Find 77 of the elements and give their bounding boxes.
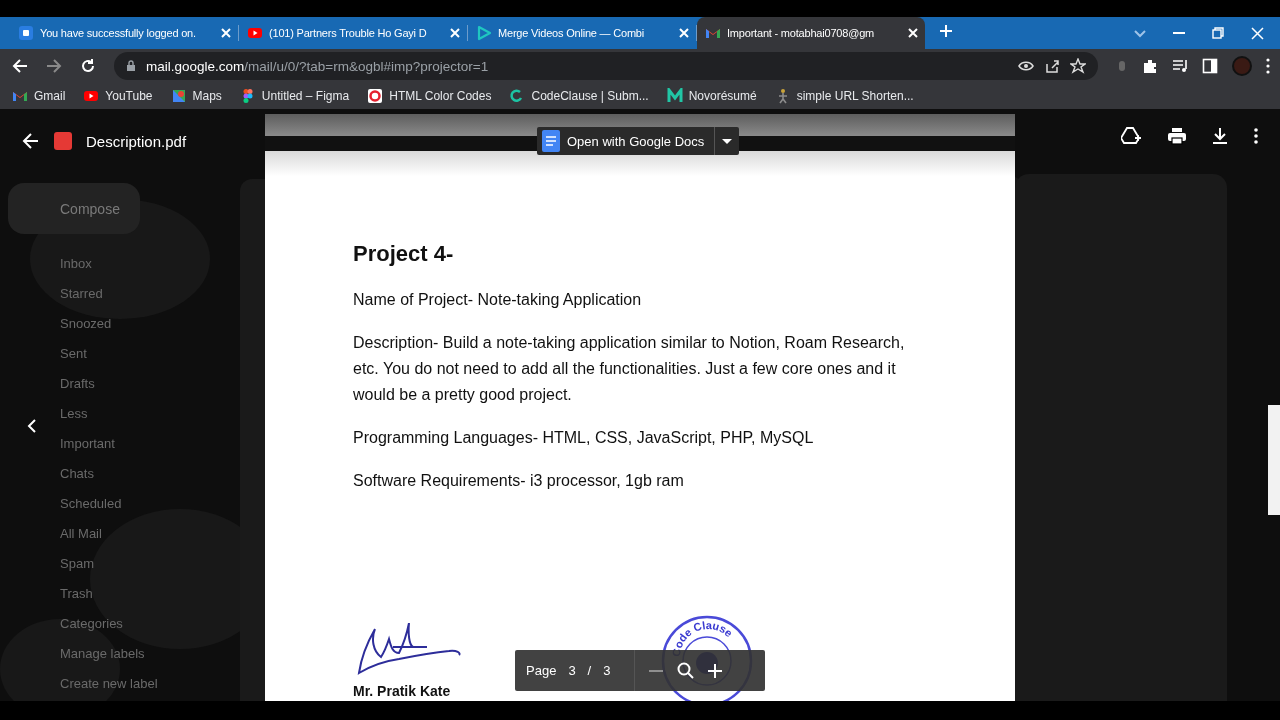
- media-queue-icon[interactable]: [1172, 58, 1188, 74]
- star-icon[interactable]: [1070, 58, 1086, 74]
- zoom-icon[interactable]: [677, 662, 695, 679]
- page-separator: /: [587, 663, 592, 678]
- file-name: Description.pdf: [86, 132, 187, 150]
- compose-button[interactable]: Compose: [8, 183, 140, 234]
- square-icon: [18, 25, 34, 41]
- bookmark[interactable]: Untitled – Figma: [239, 88, 350, 104]
- close-icon[interactable]: [220, 27, 232, 39]
- bookmark[interactable]: simple URL Shorten...: [774, 88, 914, 104]
- sidebar-item[interactable]: Snoozed: [0, 309, 240, 339]
- browser-tab[interactable]: Important - motabhai0708@gm: [697, 17, 925, 49]
- document-paragraph: Programming Languages- HTML, CSS, JavaScript, PHP, MySQL: [353, 428, 815, 448]
- bookmark[interactable]: CodeClause | Subm...: [509, 88, 649, 104]
- document-paragraph: Software Requirements- i3 processor, 1gb ram: [353, 471, 685, 491]
- forward-icon[interactable]: [46, 58, 62, 74]
- browser-tab[interactable]: Merge Videos Online — Combi: [468, 17, 696, 49]
- sidebar-item[interactable]: Important: [0, 429, 240, 459]
- print-icon[interactable]: [1168, 126, 1186, 145]
- sidebar-item[interactable]: Chats: [0, 459, 240, 489]
- sidebar-item[interactable]: Create new label: [0, 669, 240, 699]
- back-icon[interactable]: [12, 58, 28, 74]
- document-heading: Project 4-: [353, 241, 455, 267]
- signatory-name: Mr. Pratik Kate: [353, 683, 452, 699]
- youtube-icon: [247, 25, 263, 41]
- sidebar-item[interactable]: Less: [0, 399, 240, 429]
- page-total: 3: [603, 663, 611, 678]
- close-icon[interactable]: [907, 27, 919, 39]
- address-bar[interactable]: mail.google.com/mail/u/0/?tab=rm&ogbl#imp?projector=1: [114, 52, 1098, 80]
- bookmark[interactable]: Maps: [170, 88, 222, 104]
- youtube-icon: [83, 88, 100, 104]
- close-icon[interactable]: [1251, 26, 1264, 40]
- sidebar-item[interactable]: Sent: [0, 339, 240, 369]
- document-paragraph: Description- Build a note-taking application similar to Notion, Roam Research, etc. You do not need to add all the functionalities. Just a few core ones and it would be a pretty good project.: [353, 333, 906, 405]
- bookmark[interactable]: HTML Color Codes: [367, 88, 492, 104]
- chevron-down-icon[interactable]: [1134, 28, 1146, 38]
- bookmark[interactable]: Novorésumé: [666, 88, 757, 104]
- puzzle-icon[interactable]: [1142, 58, 1158, 74]
- page-label: Page: [526, 663, 557, 678]
- plus-icon[interactable]: [939, 24, 953, 38]
- close-icon[interactable]: [449, 27, 461, 39]
- ring-icon: [367, 88, 384, 104]
- sidebar-item[interactable]: Trash: [0, 579, 240, 609]
- download-icon[interactable]: [1212, 127, 1228, 144]
- sidebar-item[interactable]: Starred: [0, 279, 240, 309]
- drive-add-icon[interactable]: [1121, 126, 1142, 145]
- browser-tab[interactable]: You have successfully logged on.: [10, 17, 238, 49]
- sidebar-item[interactable]: Categories: [0, 609, 240, 639]
- sidebar-item[interactable]: Scheduled: [0, 489, 240, 519]
- share-icon[interactable]: [1044, 58, 1060, 74]
- docs-icon: [542, 130, 560, 152]
- bookmark[interactable]: Gmail: [12, 88, 66, 104]
- restore-icon[interactable]: [1212, 27, 1224, 39]
- back-icon[interactable]: [22, 132, 40, 150]
- sidebar-item[interactable]: Inbox: [0, 249, 240, 279]
- open-with-docs-button[interactable]: Open with Google Docs: [537, 127, 740, 155]
- sidebar-item[interactable]: Drafts: [0, 369, 240, 399]
- browser-tab[interactable]: (101) Partners Trouble Ho Gayi D: [239, 17, 467, 49]
- more-icon[interactable]: [1254, 127, 1258, 144]
- zoom-in-icon[interactable]: [708, 663, 723, 678]
- pdf-file-icon: [54, 132, 72, 150]
- document-paragraph: Name of Project- Note-taking Application: [353, 290, 643, 310]
- reload-icon[interactable]: [80, 58, 96, 74]
- bookmark[interactable]: YouTube: [83, 88, 153, 104]
- lock-icon: [126, 60, 136, 72]
- sidebar-item[interactable]: Spam: [0, 549, 240, 579]
- page-number[interactable]: 3: [568, 663, 576, 678]
- scrollbar-thumb[interactable]: [1268, 405, 1280, 515]
- side-panel-icon[interactable]: [1202, 58, 1218, 74]
- more-icon[interactable]: [1266, 58, 1270, 74]
- close-icon[interactable]: [678, 27, 690, 39]
- chevron-left-icon[interactable]: [27, 419, 37, 433]
- sidebar-item[interactable]: All Mail: [0, 519, 240, 549]
- sidebar-item[interactable]: Manage labels: [0, 639, 240, 669]
- play-icon: [476, 25, 492, 41]
- eye-icon[interactable]: [1018, 59, 1034, 73]
- map-pin-icon: [170, 88, 187, 104]
